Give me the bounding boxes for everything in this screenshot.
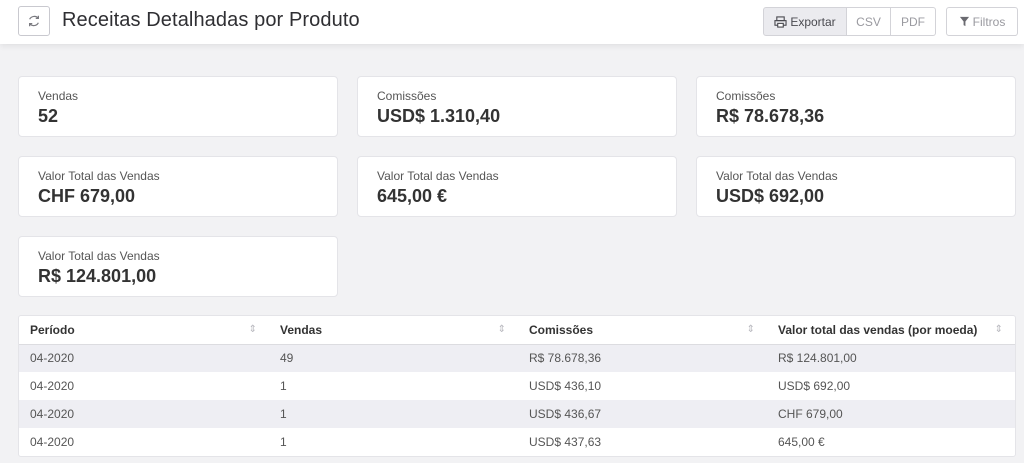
column-header-period[interactable]: Período ⇕ [19, 316, 269, 345]
summary-card-sales-count: Vendas 52 [18, 76, 338, 137]
column-header-label: Período [30, 322, 75, 337]
card-value: 52 [38, 106, 59, 126]
column-header-label: Comissões [529, 322, 594, 337]
sort-icon[interactable]: ⇕ [995, 324, 1003, 335]
card-label: Valor Total das Vendas [377, 169, 499, 183]
sort-icon[interactable]: ⇕ [249, 324, 257, 335]
cell-sales: 1 [269, 400, 518, 428]
cell-period: 04-2020 [30, 435, 75, 449]
filter-icon [959, 16, 969, 27]
table-row: 04-2020 1 USD$ 437,63 645,00 € [19, 428, 1015, 456]
sort-icon[interactable]: ⇕ [747, 324, 755, 335]
summary-card-total-usd: Valor Total das Vendas USD$ 692,00 [696, 156, 1016, 217]
card-value: CHF 679,00 [38, 186, 136, 206]
cell-total: 645,00 € [778, 435, 825, 449]
column-header-total-sales[interactable]: Valor total das vendas (por moeda) ⇕ [767, 316, 1015, 345]
card-value: 645,00 € [377, 186, 448, 206]
column-header-label: Valor total das vendas (por moeda) [778, 322, 978, 337]
card-value: USD$ 1.310,40 [377, 106, 501, 126]
print-icon [774, 15, 787, 28]
card-value: R$ 78.678,36 [716, 106, 825, 126]
cell-period: 04-2020 [19, 344, 269, 372]
summary-card-commission-usd: Comissões USD$ 1.310,40 [357, 76, 677, 137]
page-title: Receitas Detalhadas por Produto [62, 9, 360, 31]
export-label: Exportar [790, 14, 836, 29]
pdf-button[interactable]: PDF [891, 7, 936, 36]
summary-card-total-brl: Valor Total das Vendas R$ 124.801,00 [18, 236, 338, 297]
cell-period: 04-2020 [30, 379, 75, 393]
export-button[interactable]: Exportar [763, 7, 847, 36]
cell-sales: 49 [269, 344, 518, 372]
card-value: R$ 124.801,00 [38, 266, 157, 286]
card-label: Vendas [38, 89, 79, 103]
revenue-table: Período ⇕ Vendas ⇕ Comissões ⇕ Valor tot… [18, 315, 1016, 457]
column-header-commissions[interactable]: Comissões ⇕ [518, 316, 767, 345]
cell-commission: USD$ 436,10 [529, 379, 602, 393]
summary-card-total-chf: Valor Total das Vendas CHF 679,00 [18, 156, 338, 217]
refresh-icon [29, 15, 39, 27]
card-label: Comissões [716, 89, 776, 103]
summary-card-commission-brl: Comissões R$ 78.678,36 [696, 76, 1016, 137]
sort-icon[interactable]: ⇕ [498, 324, 506, 335]
table-row: 04-2020 1 USD$ 436,10 USD$ 692,00 [19, 372, 1015, 400]
card-value: USD$ 692,00 [716, 186, 825, 206]
card-label: Valor Total das Vendas [716, 169, 838, 183]
cell-total: R$ 124.801,00 [767, 344, 1015, 372]
filter-label: Filtros [972, 14, 1006, 29]
cell-period: 04-2020 [19, 400, 269, 428]
column-header-label: Vendas [280, 322, 323, 337]
card-label: Valor Total das Vendas [38, 169, 160, 183]
cell-total: USD$ 692,00 [778, 379, 851, 393]
cell-total: CHF 679,00 [767, 400, 1015, 428]
summary-card-total-eur: Valor Total das Vendas 645,00 € [357, 156, 677, 217]
csv-button[interactable]: CSV [847, 7, 891, 36]
cell-commission: R$ 78.678,36 [518, 344, 767, 372]
table-header-row: Período ⇕ Vendas ⇕ Comissões ⇕ Valor tot… [19, 316, 1015, 345]
export-button-group: Exportar CSV PDF [763, 7, 936, 36]
page-header: Receitas Detalhadas por Produto Exportar… [0, 0, 1024, 44]
cell-sales: 1 [280, 435, 287, 449]
column-header-sales[interactable]: Vendas ⇕ [269, 316, 518, 345]
table-row: 04-2020 1 USD$ 436,67 CHF 679,00 [19, 400, 1015, 428]
card-label: Comissões [377, 89, 437, 103]
cell-sales: 1 [280, 379, 287, 393]
cell-commission: USD$ 437,63 [529, 435, 602, 449]
cell-commission: USD$ 436,67 [518, 400, 767, 428]
filter-button[interactable]: Filtros [946, 7, 1018, 36]
refresh-button[interactable] [18, 6, 50, 36]
card-label: Valor Total das Vendas [38, 249, 160, 263]
table-row: 04-2020 49 R$ 78.678,36 R$ 124.801,00 [19, 344, 1015, 372]
